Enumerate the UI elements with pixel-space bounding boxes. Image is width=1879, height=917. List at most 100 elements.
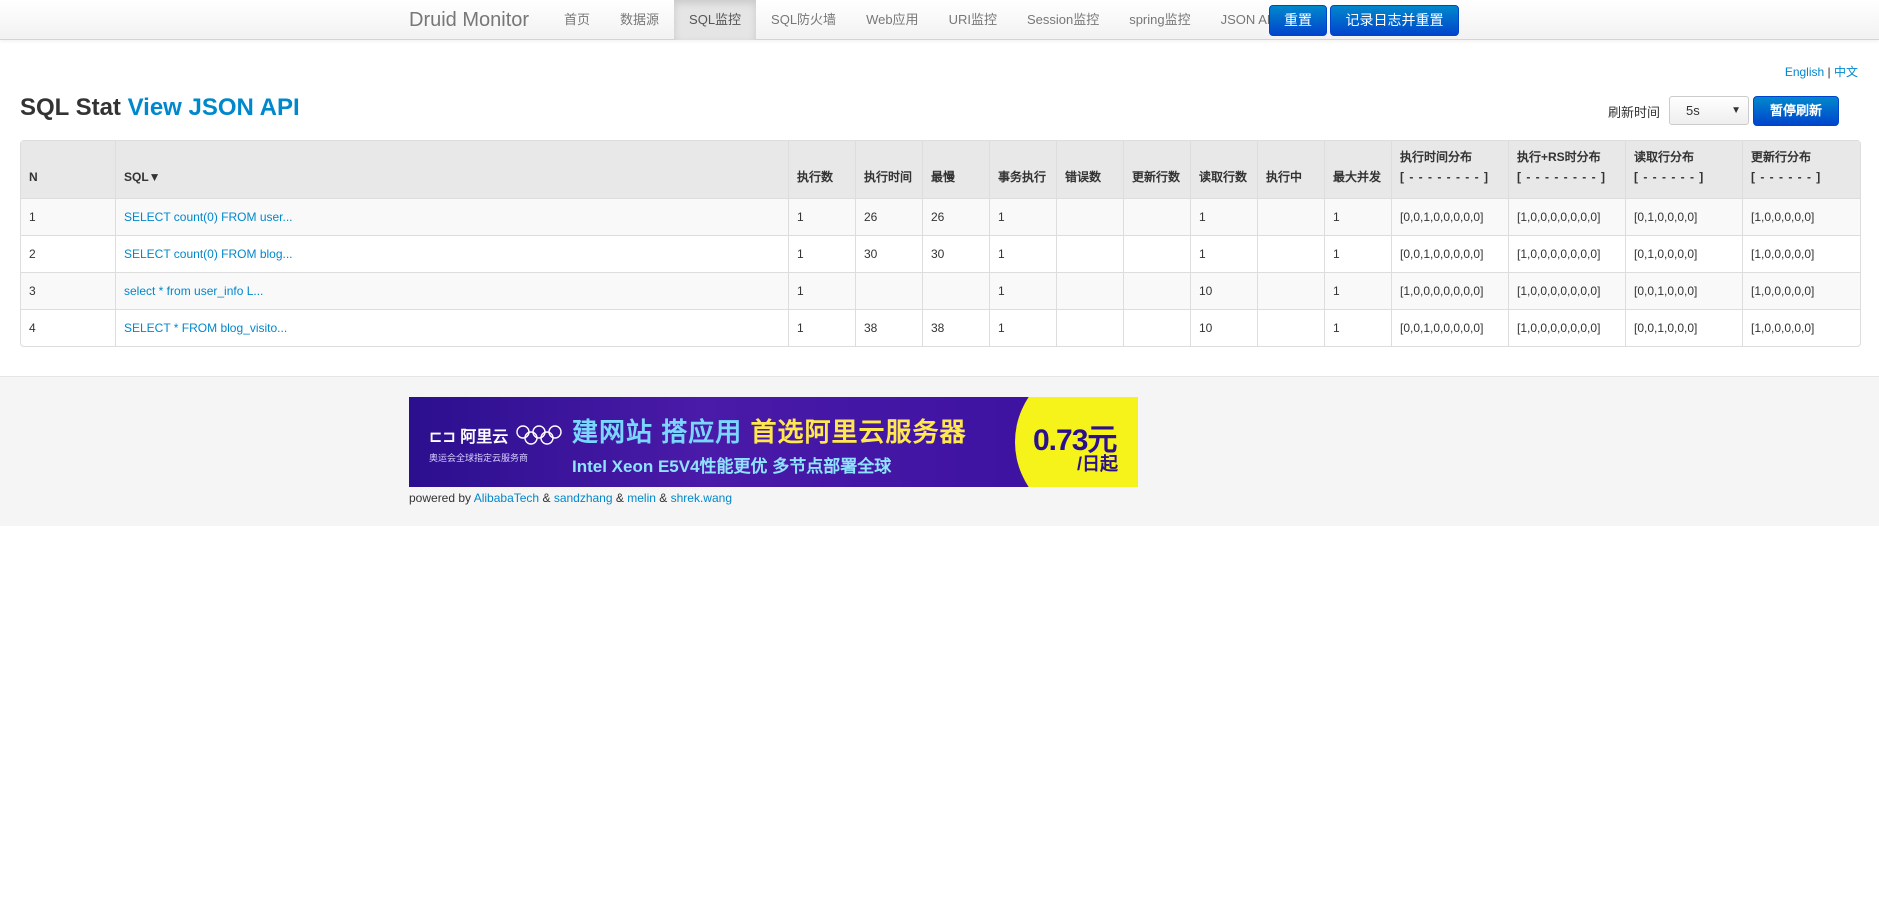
nav-uri-monitor[interactable]: URI监控	[934, 0, 1012, 40]
banner-subline: Intel Xeon E5V4性能更优 多节点部署全球	[572, 457, 892, 476]
cell-update-dist: [1,0,0,0,0,0]	[1742, 309, 1860, 346]
cell-exec-rs-dist: [1,0,0,0,0,0,0,0]	[1508, 235, 1625, 272]
page-title-text: SQL Stat	[20, 94, 121, 121]
col-header-update-dist[interactable]: 更新行分布 [ - - - - - - ]	[1742, 141, 1860, 198]
sql-stat-table: N SQL▼ 执行数 执行时间 最慢 事务执行 错误数 更新行数 读取行数 执行…	[20, 140, 1861, 347]
read-dist-title: 读取行分布	[1634, 150, 1695, 164]
cell-txn-exec: 1	[989, 272, 1056, 309]
language-switch: English | 中文	[1785, 63, 1858, 80]
sql-detail-link[interactable]: SELECT * FROM blog_visito...	[124, 321, 287, 335]
read-dist-sub: [ - - - - - - ]	[1634, 170, 1705, 184]
lang-english-link[interactable]: English	[1785, 65, 1824, 79]
cell-sql: SELECT count(0) FROM blog...	[115, 235, 788, 272]
sql-detail-link[interactable]: SELECT count(0) FROM blog...	[124, 247, 293, 261]
table-body: 1 SELECT count(0) FROM user... 1 26 26 1…	[21, 198, 1860, 346]
cell-exec-count: 1	[788, 198, 855, 235]
log-and-reset-button[interactable]: 记录日志并重置	[1330, 5, 1459, 36]
cell-error-count	[1056, 272, 1123, 309]
dropdown-caret-icon: ▼	[1731, 105, 1741, 116]
cell-running	[1257, 235, 1324, 272]
cell-exec-time-dist: [1,0,0,0,0,0,0,0]	[1391, 272, 1508, 309]
credit-link-alibabatech[interactable]: AlibabaTech	[474, 491, 539, 505]
cell-sql: SELECT * FROM blog_visito...	[115, 309, 788, 346]
view-json-api-link[interactable]: View JSON API	[128, 94, 300, 121]
pause-refresh-button[interactable]: 暂停刷新	[1753, 96, 1839, 126]
aliyun-ad-banner[interactable]: ⊏⊐ 阿里云 奥运会全球指定云服务商 建网站 搭应用 首选阿里云服务器 Inte…	[409, 397, 1138, 487]
cell-exec-time-dist: [0,0,1,0,0,0,0,0]	[1391, 309, 1508, 346]
reset-button[interactable]: 重置	[1269, 5, 1327, 36]
col-header-slowest[interactable]: 最慢	[922, 141, 989, 198]
cell-read-dist: [0,1,0,0,0,0]	[1625, 235, 1742, 272]
nav-web-app[interactable]: Web应用	[851, 0, 934, 40]
footer: ⊏⊐ 阿里云 奥运会全球指定云服务商 建网站 搭应用 首选阿里云服务器 Inte…	[0, 376, 1879, 526]
nav-home[interactable]: 首页	[549, 0, 605, 40]
credit-link-shrek-wang[interactable]: shrek.wang	[671, 491, 732, 505]
cell-exec-time: 38	[855, 309, 922, 346]
cell-exec-time: 30	[855, 235, 922, 272]
aliyun-logo-subtitle: 奥运会全球指定云服务商	[429, 453, 529, 463]
lang-chinese-link[interactable]: 中文	[1834, 65, 1858, 79]
aliyun-logo-mark-icon: ⊏⊐	[429, 429, 456, 446]
nav-sql-monitor[interactable]: SQL监控	[674, 0, 757, 40]
table-row: 1 SELECT count(0) FROM user... 1 26 26 1…	[21, 198, 1860, 235]
cell-sql: select * from user_info L...	[115, 272, 788, 309]
cell-txn-exec: 1	[989, 309, 1056, 346]
cell-max-concurrency: 1	[1324, 272, 1391, 309]
nav-session-monitor[interactable]: Session监控	[1012, 0, 1114, 40]
cell-n: 1	[21, 198, 115, 235]
cell-slowest: 38	[922, 309, 989, 346]
refresh-interval-select[interactable]: 5s ▼	[1669, 96, 1749, 125]
nav-spring-monitor[interactable]: spring监控	[1114, 0, 1205, 40]
cell-running	[1257, 309, 1324, 346]
col-header-max-concurrency[interactable]: 最大并发	[1324, 141, 1391, 198]
credit-link-sandzhang[interactable]: sandzhang	[554, 491, 613, 505]
credit-link-melin[interactable]: melin	[627, 491, 656, 505]
col-header-error-count[interactable]: 错误数	[1056, 141, 1123, 198]
cell-read-dist: [0,0,1,0,0,0]	[1625, 272, 1742, 309]
table-header-row: N SQL▼ 执行数 执行时间 最慢 事务执行 错误数 更新行数 读取行数 执行…	[21, 141, 1860, 198]
refresh-interval-label: 刷新时间	[1608, 105, 1661, 120]
nav-datasource[interactable]: 数据源	[605, 0, 674, 40]
lang-separator: |	[1827, 65, 1831, 79]
cell-slowest	[922, 272, 989, 309]
col-header-exec-rs-dist[interactable]: 执行+RS时分布 [ - - - - - - - - ]	[1508, 141, 1625, 198]
table-row: 3 select * from user_info L... 1 1 10 1 …	[21, 272, 1860, 309]
sql-detail-link[interactable]: SELECT count(0) FROM user...	[124, 210, 293, 224]
cell-update-dist: [1,0,0,0,0,0]	[1742, 272, 1860, 309]
olympic-rings-icon	[516, 425, 562, 445]
cell-exec-count: 1	[788, 235, 855, 272]
col-header-n[interactable]: N	[21, 141, 115, 198]
cell-exec-time	[855, 272, 922, 309]
nav-sql-firewall[interactable]: SQL防火墙	[756, 0, 851, 40]
cell-read-rows: 1	[1190, 235, 1257, 272]
col-header-sql[interactable]: SQL▼	[115, 141, 788, 198]
brand-title[interactable]: Druid Monitor	[409, 9, 529, 32]
col-header-txn-exec[interactable]: 事务执行	[989, 141, 1056, 198]
main-nav: 首页 数据源 SQL监控 SQL防火墙 Web应用 URI监控 Session监…	[549, 0, 1294, 40]
col-header-read-dist[interactable]: 读取行分布 [ - - - - - - ]	[1625, 141, 1742, 198]
banner-headline-part-a: 建网站 搭应用	[572, 417, 743, 447]
col-header-exec-time[interactable]: 执行时间	[855, 141, 922, 198]
cell-read-rows: 10	[1190, 309, 1257, 346]
col-header-read-rows[interactable]: 读取行数	[1190, 141, 1257, 198]
aliyun-logo: ⊏⊐ 阿里云	[429, 423, 508, 447]
refresh-interval-value: 5s	[1686, 103, 1700, 118]
col-header-exec-time-dist[interactable]: 执行时间分布 [ - - - - - - - - ]	[1391, 141, 1508, 198]
credit-separator: &	[542, 491, 551, 505]
col-header-exec-count[interactable]: 执行数	[788, 141, 855, 198]
banner-headline-part-b: 首选阿里云服务器	[750, 417, 967, 447]
cell-read-dist: [0,0,1,0,0,0]	[1625, 309, 1742, 346]
exec-rs-dist-title: 执行+RS时分布	[1517, 150, 1601, 164]
cell-update-rows	[1123, 272, 1190, 309]
table-row: 4 SELECT * FROM blog_visito... 1 38 38 1…	[21, 309, 1860, 346]
cell-n: 2	[21, 235, 115, 272]
cell-txn-exec: 1	[989, 198, 1056, 235]
col-header-update-rows[interactable]: 更新行数	[1123, 141, 1190, 198]
sql-detail-link[interactable]: select * from user_info L...	[124, 284, 263, 298]
cell-max-concurrency: 1	[1324, 235, 1391, 272]
col-header-running[interactable]: 执行中	[1257, 141, 1324, 198]
update-dist-title: 更新行分布	[1751, 150, 1812, 164]
cell-running	[1257, 272, 1324, 309]
update-dist-sub: [ - - - - - - ]	[1751, 170, 1822, 184]
page-title: SQL Stat View JSON API	[20, 94, 300, 122]
